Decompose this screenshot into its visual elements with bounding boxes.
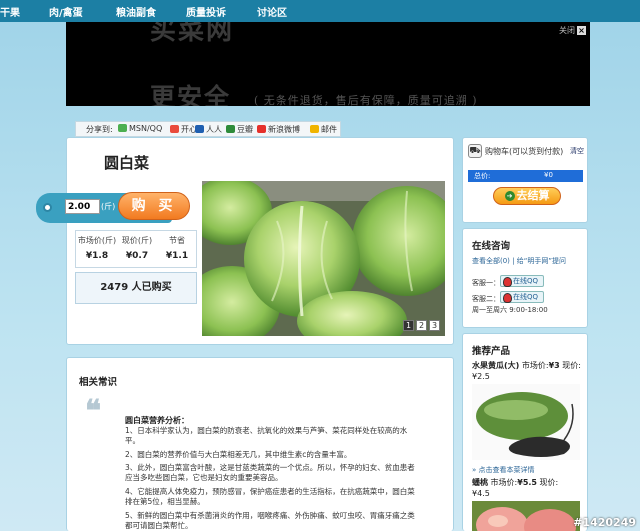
price-box: 市场价(斤) 现价(斤) 节省 ¥1.8 ¥0.7 ¥1.1 [75,230,197,268]
product-1-image[interactable] [472,384,580,460]
consult-panel: 在线咨询 查看全部(0) | 给“明手网”提问 客服一： 在线QQ 客服二： 在… [462,228,588,328]
product-2-name: 蟠桃 [472,478,488,487]
product-2-image[interactable] [472,501,580,531]
product-2-market-label: 市场价: [490,478,518,487]
buy-button[interactable]: 购 买 [118,192,190,220]
product-2-name-line[interactable]: 蟠桃 市场价:¥5.5 现价: [472,477,558,488]
product-1-current-label: 现价: [562,361,581,370]
banner-slogan: ( 无条件退货，售后有保障，质量可追溯 ) [254,94,478,106]
cart-clear-link[interactable]: 清空 [570,146,584,156]
peach-image [472,501,580,531]
checkout-button[interactable]: ➔ 去结算 [493,187,561,205]
nutrition-title: 圆白菜营养分析： [125,416,189,425]
image-id-watermark: #1420249 [573,516,636,529]
knowledge-panel: 相关常识 ❝ 圆白菜营养分析： 1、日本科学家认为，圆白菜的防衰老、抗氧化的效果… [66,357,454,531]
market-price: ¥1.8 [85,251,109,261]
nutrition-paragraph-4: 4、它能提高人体免疫力，预防感冒，保护癌症患者的生活指标，在抗癌蔬菜中，圆白菜排… [125,487,415,506]
nutrition-paragraph-1: 1、日本科学家认为，圆白菜的防衰老、抗氧化的效果与芦笋、菜花同样处在较高的水平。 [125,426,408,445]
product-photo[interactable]: 123 [202,181,445,336]
top-nav: 干果 肉/禽蛋 粮油副食 质量投诉 讨论区 [0,0,640,22]
agent-2-label: 客服二： [472,295,500,303]
saving-amount: ¥1.1 [165,251,189,261]
share-weibo[interactable]: 新浪微博 [257,124,300,135]
share-label: 分享到: [86,125,113,134]
service-hours: 周一至周六 9:00-18:00 [472,306,548,314]
product-1-market-price: ¥3 [548,361,560,370]
banner-close-label: 关闭 [559,26,575,35]
quantity-unit: (斤) [101,202,116,211]
nav-item-complaints[interactable]: 质量投诉 [186,4,226,19]
pager-page-2[interactable]: 2 [416,320,427,331]
nutrition-paragraph-3: 3、此外，圆白菜富含叶酸，这是甘蓝类蔬菜的一个优点。所以，怀孕的妇女、贫血患者应… [125,463,415,482]
renren-icon [195,125,204,133]
consult-title: 在线咨询 [472,241,511,252]
mail-icon [310,125,319,133]
cart-title: 购物车(可以货到付款) [485,147,564,156]
agent-2-qq-button[interactable]: 在线QQ [500,291,544,303]
photo-pager: 123 [401,320,440,331]
product-2-current-price: ¥4.5 [472,489,490,498]
banner-close[interactable]: 关闭 × [559,25,586,36]
close-icon[interactable]: × [577,26,586,35]
nav-item-meat-eggs[interactable]: 肉/禽蛋 [49,4,83,19]
product-title: 圆白菜 [104,154,150,172]
nutrition-paragraph-2: 2、圆白菜的营养价值与大白菜相差无几，其中维生素c的含量丰富。 [125,450,352,459]
arrow-right-icon: ➔ [504,191,515,201]
current-price: ¥0.7 [125,251,149,261]
quantity-input[interactable] [65,199,100,214]
tag-hole-icon [43,203,52,212]
bought-count: 2479 人已购买 [75,272,197,304]
msn-icon [118,124,127,132]
share-douban[interactable]: 豆瓣 [226,124,253,135]
share-kaixin[interactable]: 开心 [170,124,197,135]
ad-banner[interactable]: 买菜网 更安全 ( 无条件退货，售后有保障，质量可追溯 ) 关闭 × [66,22,590,106]
kaixin-icon [170,125,179,133]
cabbage-image [202,181,445,336]
recommend-panel: 推荐产品 水果黄瓜(大) 市场价:¥3 现价: ¥2.5 » 点击查看本菜详情 … [462,333,588,531]
douban-icon [226,125,235,133]
knowledge-title: 相关常识 [79,377,118,388]
checkout-label: 去结算 [516,189,550,202]
cart-total-value: ¥0 [544,171,553,179]
consult-link[interactable]: 查看全部(0) | 给“明手网”提问 [472,256,566,266]
cart-total-label: 总价: [474,172,491,180]
share-email[interactable]: 邮件 [310,124,337,135]
nav-item-forum[interactable]: 讨论区 [257,4,287,19]
cucumber-image [476,392,574,457]
share-msn[interactable]: MSN/QQ [118,124,162,133]
cart-panel: ⛟ 购物车(可以货到付款) 清空 总价: ¥0 ➔ 去结算 [462,137,588,223]
nav-item-dried-fruit[interactable]: 干果 [0,4,20,19]
agent-1-qq-button[interactable]: 在线QQ [500,275,544,287]
banner-headline: 更安全 [150,83,232,106]
product-1-market-label: 市场价: [521,361,549,370]
current-price-label: 现价(斤) [121,236,153,245]
product-2-current-label: 现价: [539,478,559,487]
product-1-name-line[interactable]: 水果黄瓜(大) 市场价:¥3 现价: [472,360,581,371]
pager-page-1[interactable]: 1 [403,320,414,331]
product-1-detail-link[interactable]: » 点击查看本菜详情 [472,465,535,475]
product-1-current-price: ¥2.5 [472,372,490,381]
weibo-icon [257,125,266,133]
saving-label: 节省 [169,236,185,245]
market-price-label: 市场价(斤) [77,236,117,245]
share-bar: 分享到: MSN/QQ 开心 人人 豆瓣 新浪微博 邮件 [75,121,341,137]
product-1-name: 水果黄瓜(大) [472,361,520,370]
nav-item-grain-oil[interactable]: 粮油副食 [116,4,156,19]
agent-1-label: 客服一： [472,279,500,287]
recommend-title: 推荐产品 [472,346,511,357]
pager-page-3[interactable]: 3 [429,320,440,331]
banner-headline-top: 买菜网 [150,22,235,46]
product-2-market-price: ¥5.5 [517,478,537,487]
quote-icon: ❝ [85,394,102,429]
share-renren[interactable]: 人人 [195,124,222,135]
nutrition-paragraph-5: 5、新鲜的圆白菜中有杀菌消炎的作用，咽喉疼痛、外伤肿痛、蚊叮虫咬、胃痛牙痛之类都… [125,511,415,530]
cart-icon: ⛟ [468,144,482,158]
cart-total-bar: 总价: ¥0 [468,170,583,182]
